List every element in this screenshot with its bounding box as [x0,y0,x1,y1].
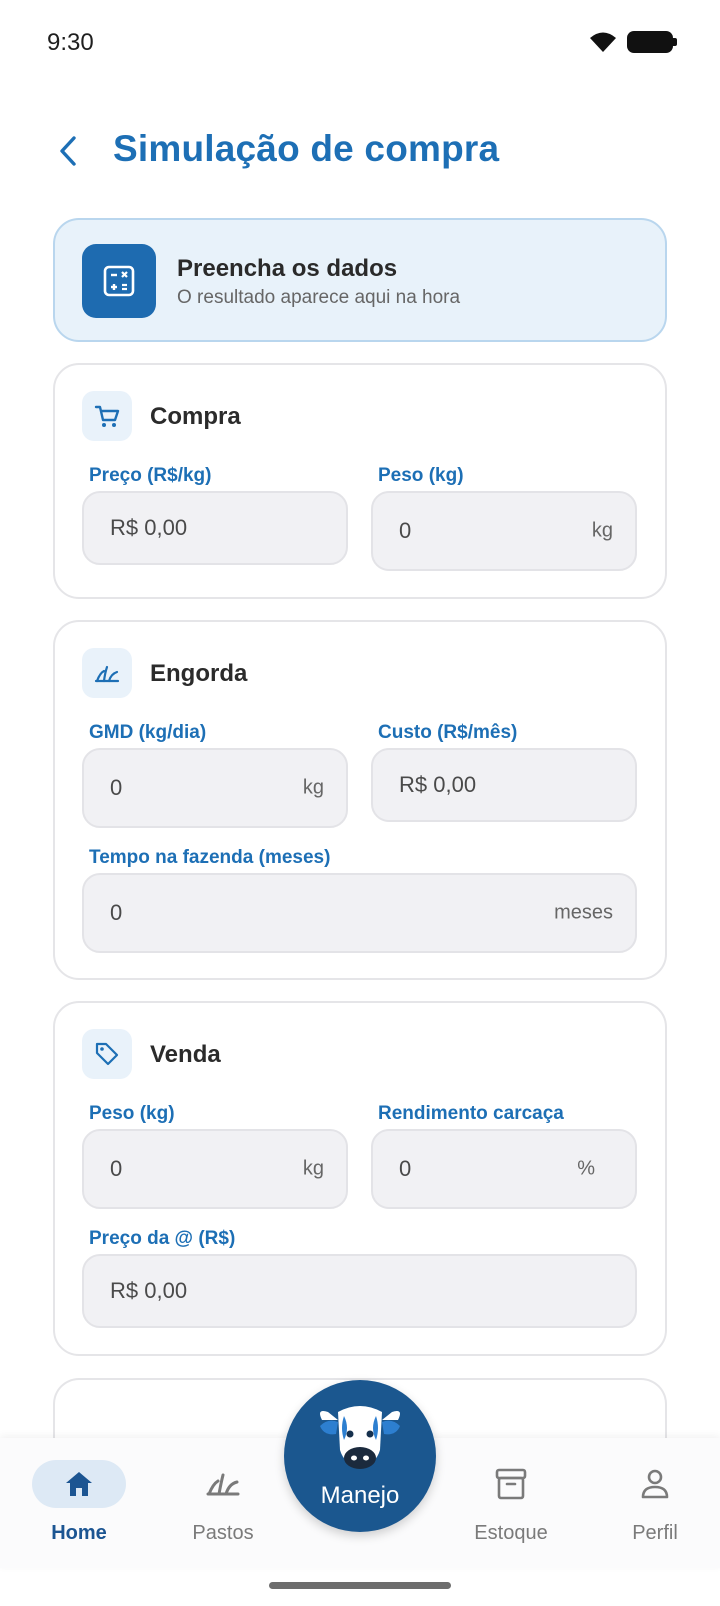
engorda-gmd-suffix: kg [302,776,324,799]
engorda-tempo-field: meses [82,873,637,953]
tag-icon [82,1029,132,1079]
estoque-icon-wrap [464,1460,558,1508]
grass-icon [206,1473,240,1496]
venda-preco-input[interactable] [110,1256,496,1326]
nav-pastos-label: Pastos [192,1522,254,1544]
compra-preco-label: Preço (R$/kg) [89,465,212,486]
venda-rendimento-field: % [371,1129,637,1209]
nav-home-label: Home [51,1522,107,1544]
engorda-gmd-input[interactable] [110,750,294,826]
archive-icon [495,1468,527,1500]
home-icon-pill [32,1460,126,1508]
compra-peso-suffix: kg [591,519,613,542]
engorda-tempo-suffix: meses [554,901,613,924]
compra-peso-field: kg [371,491,637,571]
page-title: Simulação de compra [113,128,500,169]
nav-estoque[interactable]: Estoque [460,1438,562,1568]
engorda-custo-label: Custo (R$/mês) [378,722,518,743]
venda-rendimento-label: Rendimento carcaça [378,1103,564,1124]
venda-rendimento-suffix: % [577,1157,595,1180]
venda-peso-suffix: kg [302,1157,324,1180]
info-banner: Preencha os dados O resultado aparece aq… [53,218,667,342]
perfil-icon-wrap [608,1460,702,1508]
venda-title: Venda [150,1041,221,1068]
engorda-card: Engorda GMD (kg/dia) kg Custo (R$/mês) T… [53,620,667,980]
chevron-left-icon [60,136,76,166]
back-button[interactable] [48,128,88,174]
calculator-icon [82,244,156,318]
banner-title: Preencha os dados [177,255,398,282]
engorda-tempo-label: Tempo na fazenda (meses) [89,847,331,868]
person-icon [641,1469,669,1499]
nav-pastos[interactable]: Pastos [176,1438,270,1568]
status-bar: 9:30 [0,0,720,88]
pastos-icon-wrap [176,1460,270,1508]
engorda-title: Engorda [150,660,248,687]
cow-icon [320,1406,400,1469]
venda-peso-input[interactable] [110,1131,294,1207]
battery-icon [627,31,677,53]
engorda-custo-input[interactable] [399,750,583,820]
nav-estoque-label: Estoque [474,1522,548,1544]
status-time: 9:30 [47,29,94,56]
venda-peso-field: kg [82,1129,348,1209]
nav-home[interactable]: Home [32,1438,126,1568]
venda-rendimento-input[interactable] [399,1131,583,1207]
engorda-custo-field [371,748,637,822]
nav-perfil[interactable]: Perfil [608,1438,702,1568]
compra-preco-field [82,491,348,565]
engorda-gmd-label: GMD (kg/dia) [89,722,207,743]
compra-card: Compra Preço (R$/kg) Peso (kg) kg [53,363,667,599]
banner-subtitle: O resultado aparece aqui na hora [177,287,461,308]
venda-peso-label: Peso (kg) [89,1103,175,1124]
venda-card: Venda Peso (kg) kg Rendimento carcaça % … [53,1001,667,1356]
venda-preco-field [82,1254,637,1328]
manejo-fab-label: Manejo [320,1482,400,1509]
compra-title: Compra [150,403,241,430]
grass-icon [82,648,132,698]
cart-icon [82,391,132,441]
venda-preco-label: Preço da @ (R$) [89,1228,236,1249]
compra-peso-input[interactable] [399,493,583,569]
header: Simulação de compra [0,118,720,184]
manejo-fab-button[interactable]: Manejo [284,1380,436,1532]
home-icon [66,1472,92,1496]
compra-peso-label: Peso (kg) [378,465,464,486]
nav-perfil-label: Perfil [632,1522,678,1544]
wifi-icon [590,32,616,52]
home-indicator [269,1582,451,1589]
engorda-gmd-field: kg [82,748,348,828]
engorda-tempo-input[interactable] [110,875,496,951]
compra-preco-input[interactable] [110,493,294,563]
